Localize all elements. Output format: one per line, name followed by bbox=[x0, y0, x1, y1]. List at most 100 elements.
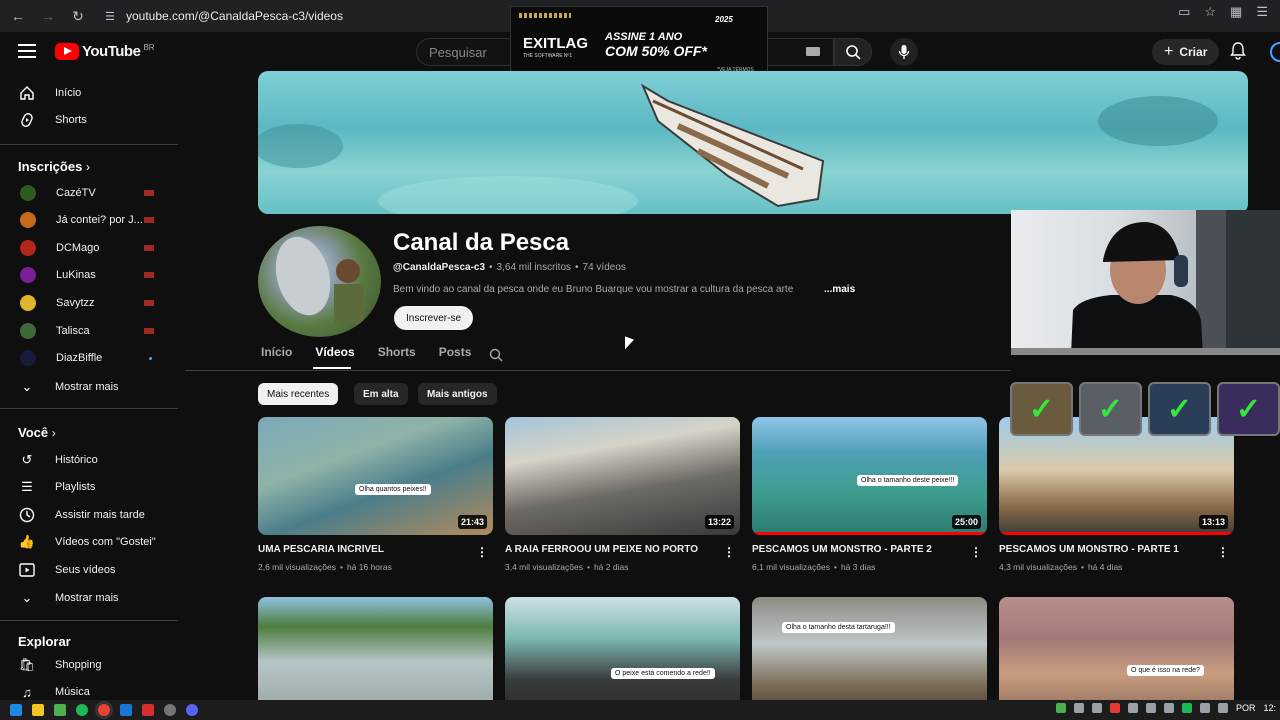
app-icon[interactable] bbox=[54, 704, 66, 716]
video-thumbnail[interactable]: Olha o tamanho deste peixe!!! 25:00 bbox=[752, 417, 987, 535]
sidebar-item-shopping[interactable]: 🛍 Shopping bbox=[0, 652, 178, 678]
video-thumbnail[interactable] bbox=[258, 597, 493, 715]
tray-icon[interactable] bbox=[1109, 703, 1120, 713]
app-icon[interactable] bbox=[120, 704, 132, 716]
sidebar-subscription-item[interactable]: Talisca bbox=[0, 318, 178, 344]
bookmark-star-icon[interactable]: ☆ bbox=[1204, 4, 1216, 20]
file-explorer-icon[interactable] bbox=[32, 704, 44, 716]
tab-posts[interactable]: Posts bbox=[439, 345, 472, 359]
channel-search-icon[interactable] bbox=[489, 348, 503, 362]
show-more-label: Mostrar mais bbox=[55, 592, 119, 604]
sidebar-item-your-videos[interactable]: Seus vídeos bbox=[0, 557, 178, 583]
video-card[interactable]: Olha o tamanho desta tartaruga!!! bbox=[752, 597, 987, 715]
reading-list-icon[interactable]: ☰ bbox=[1256, 4, 1268, 20]
more-actions-icon[interactable]: ⋮ bbox=[1217, 545, 1229, 559]
your-videos-icon bbox=[18, 561, 36, 579]
video-title[interactable]: A RAIA FERROOU UM PEIXE NO PORTO bbox=[505, 544, 725, 556]
tray-icon[interactable] bbox=[1145, 703, 1156, 713]
channel-avatar[interactable] bbox=[258, 226, 381, 337]
site-settings-icon[interactable]: ☰ bbox=[100, 10, 120, 23]
video-duration: 13:13 bbox=[1198, 515, 1228, 529]
tab-home[interactable]: Início bbox=[261, 345, 292, 359]
video-thumbnail[interactable]: 13:22 bbox=[505, 417, 740, 535]
chip-oldest[interactable]: Mais antigos bbox=[418, 383, 497, 405]
chrome-icon[interactable] bbox=[98, 704, 110, 716]
description-more-link[interactable]: ...mais bbox=[824, 284, 855, 295]
video-card[interactable]: Olha o tamanho deste peixe!!! 25:00 PESCAM… bbox=[752, 417, 987, 572]
tray-icon[interactable] bbox=[1163, 703, 1174, 713]
sidebar-subscription-item[interactable]: Já contei? por J... bbox=[0, 207, 178, 233]
notifications-bell-icon[interactable] bbox=[1230, 42, 1248, 60]
sidebar-item-home[interactable]: Início bbox=[0, 80, 178, 106]
chip-latest[interactable]: Mais recentes bbox=[258, 383, 339, 405]
video-card[interactable]: Olha quantos peixes!! 21:43 UMA PESCARIA I… bbox=[258, 417, 493, 572]
forward-icon[interactable]: → bbox=[36, 4, 60, 28]
video-thumbnail[interactable]: O peixe está comendo a rede!! bbox=[505, 597, 740, 715]
create-button[interactable]: + Criar bbox=[1152, 39, 1220, 65]
video-title[interactable]: PESCAMOS UM MONSTRO - PARTE 1 bbox=[999, 544, 1219, 556]
more-actions-icon[interactable]: ⋮ bbox=[970, 545, 982, 559]
search-button[interactable] bbox=[834, 38, 872, 66]
video-card[interactable]: 13:22 A RAIA FERROOU UM PEIXE NO PORTO 3,4… bbox=[505, 417, 740, 572]
chip-popular[interactable]: Em alta bbox=[354, 383, 408, 405]
video-thumbnail[interactable]: Olha quantos peixes!! 21:43 bbox=[258, 417, 493, 535]
subscribe-button[interactable]: Inscrever-se bbox=[394, 306, 474, 330]
sidebar-subscription-item[interactable]: LuKinas bbox=[0, 262, 178, 288]
watch-progress-bar bbox=[999, 532, 1234, 535]
wifi-icon[interactable] bbox=[1199, 703, 1210, 713]
sidebar-item-liked-videos[interactable]: 👍 Vídeos com "Gostei" bbox=[0, 529, 178, 555]
show-more-you[interactable]: ⌄ Mostrar mais bbox=[0, 585, 178, 611]
show-more-subscriptions[interactable]: ⌄ Mostrar mais bbox=[0, 374, 178, 400]
sidebar-subscription-item[interactable]: DCMago bbox=[0, 235, 178, 261]
account-avatar[interactable] bbox=[1270, 42, 1280, 62]
video-title[interactable]: UMA PESCARIA INCRÍVEL bbox=[258, 544, 478, 556]
more-actions-icon[interactable]: ⋮ bbox=[476, 545, 488, 559]
extensions-icon[interactable]: ▦ bbox=[1230, 4, 1242, 20]
sidebar-item-shorts[interactable]: Shorts bbox=[0, 107, 178, 133]
tray-icon[interactable] bbox=[1073, 703, 1084, 713]
subscriptions-heading[interactable]: Inscrições › bbox=[18, 159, 90, 174]
sidebar-item-label: DiazBiffle bbox=[56, 352, 103, 364]
video-card[interactable]: O peixe está comendo a rede!! bbox=[505, 597, 740, 715]
exitlag-ad-banner[interactable]: 2025 EXITLAG THE SOFTWARE Nº1 ASSINE 1 A… bbox=[510, 6, 768, 80]
keyboard-language[interactable]: POR bbox=[1236, 703, 1256, 713]
back-icon[interactable]: ← bbox=[6, 4, 30, 28]
tray-icon[interactable] bbox=[1055, 703, 1066, 713]
keyboard-icon[interactable] bbox=[806, 47, 820, 56]
sidebar-subscription-item[interactable]: CazéTV bbox=[0, 180, 178, 206]
video-thumbnail[interactable]: Olha o tamanho desta tartaruga!!! bbox=[752, 597, 987, 715]
discord-icon[interactable] bbox=[186, 704, 198, 716]
clock[interactable]: 12: bbox=[1263, 703, 1276, 713]
tray-icon[interactable] bbox=[1127, 703, 1138, 713]
channel-description[interactable]: Bem vindo ao canal da pesca onde eu Brun… bbox=[393, 284, 833, 295]
tab-shorts[interactable]: Shorts bbox=[378, 345, 416, 359]
spotify-icon[interactable] bbox=[76, 704, 88, 716]
video-title[interactable]: PESCAMOS UM MONSTRO - PARTE 2 bbox=[752, 544, 972, 556]
youtube-logo[interactable]: YouTube BR bbox=[55, 43, 155, 60]
tray-icon[interactable] bbox=[1181, 703, 1192, 713]
more-actions-icon[interactable]: ⋮ bbox=[723, 545, 735, 559]
sidebar-item-history[interactable]: ↺ Histórico bbox=[0, 447, 178, 473]
hamburger-menu-icon[interactable] bbox=[18, 44, 36, 58]
live-indicator-icon bbox=[144, 328, 154, 334]
video-thumbnail[interactable]: O que é isso na rede? bbox=[999, 597, 1234, 715]
windows-start-icon[interactable] bbox=[10, 704, 22, 716]
sidebar-subscription-item[interactable]: DiazBiffle bbox=[0, 345, 178, 371]
sidebar-subscription-item[interactable]: Savytzz bbox=[0, 290, 178, 316]
tray-icon[interactable] bbox=[1091, 703, 1102, 713]
sidebar-item-playlists[interactable]: ☰ Playlists bbox=[0, 474, 178, 500]
video-card[interactable] bbox=[258, 597, 493, 715]
cast-icon[interactable]: ▭ bbox=[1178, 4, 1190, 20]
app-icon[interactable] bbox=[164, 704, 176, 716]
video-card[interactable]: O que é isso na rede? bbox=[999, 597, 1234, 715]
video-card[interactable]: 13:13 PESCAMOS UM MONSTRO - PARTE 1 4,3 mi… bbox=[999, 417, 1234, 572]
volume-icon[interactable] bbox=[1217, 703, 1228, 713]
app-icon[interactable] bbox=[142, 704, 154, 716]
voice-search-button[interactable] bbox=[890, 38, 918, 66]
channel-avatar bbox=[20, 295, 36, 311]
sidebar-item-watch-later[interactable]: Assistir mais tarde bbox=[0, 502, 178, 528]
reload-icon[interactable]: ↻ bbox=[66, 4, 90, 28]
sidebar-item-label: Histórico bbox=[55, 454, 98, 466]
you-heading[interactable]: Você › bbox=[18, 425, 56, 440]
tab-videos[interactable]: Vídeos bbox=[315, 345, 354, 359]
